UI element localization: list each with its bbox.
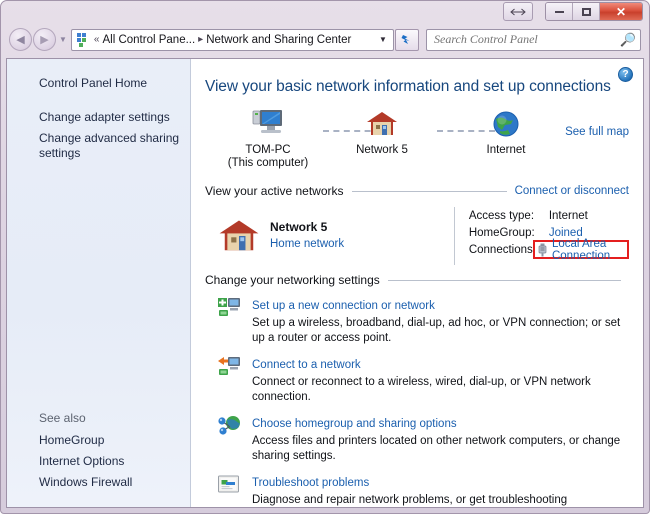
setting-description: Access files and printers located on oth… bbox=[252, 434, 623, 464]
breadcrumb-separator[interactable]: ▸ bbox=[198, 34, 203, 45]
map-node-computer-label: TOM-PC bbox=[213, 144, 323, 157]
homegroup-icon bbox=[217, 414, 243, 464]
setting-text: Set up a new connection or network Set u… bbox=[252, 296, 629, 346]
sidebar-item-internet-options[interactable]: Internet Options bbox=[7, 451, 190, 472]
address-bar[interactable]: « All Control Pane... ▸ Network and Shar… bbox=[71, 29, 394, 51]
setting-item-troubleshoot[interactable]: Troubleshoot problems Diagnose and repai… bbox=[205, 473, 629, 507]
connections-label: Connections: bbox=[469, 244, 536, 256]
search-box[interactable]: 🔍 bbox=[426, 29, 641, 51]
active-networks-heading: View your active networks bbox=[205, 184, 344, 198]
active-network-identity: Network 5 Home network bbox=[205, 205, 454, 267]
setting-title[interactable]: Set up a new connection or network bbox=[252, 300, 435, 312]
networking-settings-heading: Change your networking settings bbox=[205, 273, 380, 287]
lan-plug-icon bbox=[537, 243, 548, 257]
sidebar-item-homegroup[interactable]: HomeGroup bbox=[7, 430, 190, 451]
maximize-icon bbox=[582, 8, 591, 16]
chevron-down-icon[interactable]: ▼ bbox=[375, 35, 391, 44]
explorer-window: ✕ ◀ ▶ ▼ « bbox=[0, 0, 650, 514]
back-arrow-icon: ◀ bbox=[16, 33, 24, 46]
setting-item-choose-homegroup[interactable]: Choose homegroup and sharing options Acc… bbox=[205, 414, 629, 464]
setting-item-set-up-new-connection[interactable]: Set up a new connection or network Set u… bbox=[205, 296, 629, 346]
connect-or-disconnect-link[interactable]: Connect or disconnect bbox=[515, 185, 629, 197]
active-network-text: Network 5 Home network bbox=[270, 220, 344, 252]
setting-title[interactable]: Troubleshoot problems bbox=[252, 477, 369, 489]
sidebar-item-change-adapter-settings[interactable]: Change adapter settings bbox=[7, 107, 190, 128]
active-network-details: Access type: Internet HomeGroup: Joined … bbox=[469, 205, 629, 267]
homegroup-label: HomeGroup: bbox=[469, 227, 549, 239]
setting-description: Diagnose and repair network problems, or… bbox=[252, 493, 623, 507]
search-input[interactable] bbox=[434, 32, 620, 47]
search-icon: 🔍 bbox=[620, 32, 636, 48]
active-network-name: Network 5 bbox=[270, 220, 344, 234]
history-dropdown-icon[interactable]: ▼ bbox=[59, 35, 67, 44]
setting-text: Choose homegroup and sharing options Acc… bbox=[252, 414, 629, 464]
new-connection-icon bbox=[217, 296, 243, 346]
refresh-button[interactable] bbox=[395, 29, 419, 51]
troubleshoot-icon bbox=[217, 473, 243, 507]
help-icon[interactable]: ? bbox=[618, 67, 633, 82]
control-panel-icon bbox=[75, 32, 91, 48]
window-body: Control Panel Home Change adapter settin… bbox=[6, 58, 644, 508]
breadcrumb-item-network-sharing-center[interactable]: Network and Sharing Center bbox=[206, 34, 351, 46]
see-also-title: See also bbox=[7, 408, 190, 430]
breadcrumb-overflow[interactable]: « bbox=[94, 34, 100, 45]
active-network-row: Network 5 Home network Access type: Inte… bbox=[205, 205, 629, 267]
local-area-connection-link[interactable]: Local Area Connection bbox=[552, 238, 623, 262]
sidebar: Control Panel Home Change adapter settin… bbox=[7, 59, 191, 507]
help-arrows-icon[interactable] bbox=[503, 2, 533, 21]
see-also-section: See also HomeGroup Internet Options Wind… bbox=[7, 408, 190, 493]
sidebar-item-control-panel-home[interactable]: Control Panel Home bbox=[7, 73, 190, 94]
map-node-internet-label: Internet bbox=[451, 144, 561, 157]
network-map: TOM-PC (This computer) bbox=[205, 104, 629, 178]
networking-settings-header: Change your networking settings bbox=[205, 273, 629, 287]
detail-row-access-type: Access type: Internet bbox=[469, 207, 629, 224]
active-network-type-link[interactable]: Home network bbox=[270, 238, 344, 250]
map-node-network[interactable]: Network 5 bbox=[327, 104, 437, 157]
forward-arrow-icon: ▶ bbox=[40, 33, 48, 46]
vertical-divider bbox=[454, 207, 455, 265]
setting-text: Connect to a network Connect or reconnec… bbox=[252, 355, 629, 405]
access-type-value: Internet bbox=[549, 210, 588, 222]
detail-row-connections: Connections: bbox=[469, 241, 629, 258]
highlight-box-local-area-connection: Local Area Connection bbox=[533, 240, 629, 259]
setting-description: Set up a wireless, broadband, dial-up, a… bbox=[252, 316, 623, 346]
minimize-button[interactable] bbox=[546, 3, 573, 20]
map-node-computer-sublabel: (This computer) bbox=[213, 157, 323, 170]
header-rule bbox=[388, 280, 621, 281]
navigation-buttons: ◀ ▶ ▼ bbox=[9, 28, 71, 51]
setting-title[interactable]: Choose homegroup and sharing options bbox=[252, 418, 457, 430]
main-content: ? View your basic network information an… bbox=[191, 59, 643, 507]
internet-globe-icon bbox=[451, 104, 561, 144]
minimize-icon bbox=[555, 10, 564, 13]
forward-button[interactable]: ▶ bbox=[33, 28, 56, 51]
sidebar-item-windows-firewall[interactable]: Windows Firewall bbox=[7, 472, 190, 493]
setting-title[interactable]: Connect to a network bbox=[252, 359, 361, 371]
setting-text: Troubleshoot problems Diagnose and repai… bbox=[252, 473, 629, 507]
refresh-icon bbox=[400, 33, 414, 47]
home-network-icon bbox=[217, 216, 261, 256]
back-button[interactable]: ◀ bbox=[9, 28, 32, 51]
see-full-map-link[interactable]: See full map bbox=[565, 126, 629, 138]
connect-network-icon bbox=[217, 355, 243, 405]
window-controls: ✕ bbox=[503, 1, 649, 21]
header-rule bbox=[352, 191, 507, 192]
setting-description: Connect or reconnect to a wireless, wire… bbox=[252, 375, 623, 405]
close-icon: ✕ bbox=[616, 5, 626, 19]
access-type-label: Access type: bbox=[469, 210, 549, 222]
page-title: View your basic network information and … bbox=[205, 78, 629, 96]
home-network-icon bbox=[327, 104, 437, 144]
maximize-button[interactable] bbox=[573, 3, 600, 20]
map-node-internet[interactable]: Internet bbox=[451, 104, 561, 157]
computer-icon bbox=[213, 104, 323, 144]
breadcrumb-item-control-panel[interactable]: All Control Pane... bbox=[102, 34, 195, 46]
map-node-computer[interactable]: TOM-PC (This computer) bbox=[213, 104, 323, 170]
active-networks-header: View your active networks Connect or dis… bbox=[205, 184, 629, 198]
setting-item-connect-to-network[interactable]: Connect to a network Connect or reconnec… bbox=[205, 355, 629, 405]
title-bar: ✕ bbox=[1, 1, 649, 23]
close-button[interactable]: ✕ bbox=[600, 3, 642, 20]
sidebar-item-change-advanced-sharing-settings[interactable]: Change advanced sharing settings bbox=[7, 128, 190, 164]
map-node-network-label: Network 5 bbox=[327, 144, 437, 157]
address-bar-row: ◀ ▶ ▼ « All Control Pane... ▸ Network an… bbox=[9, 27, 641, 52]
